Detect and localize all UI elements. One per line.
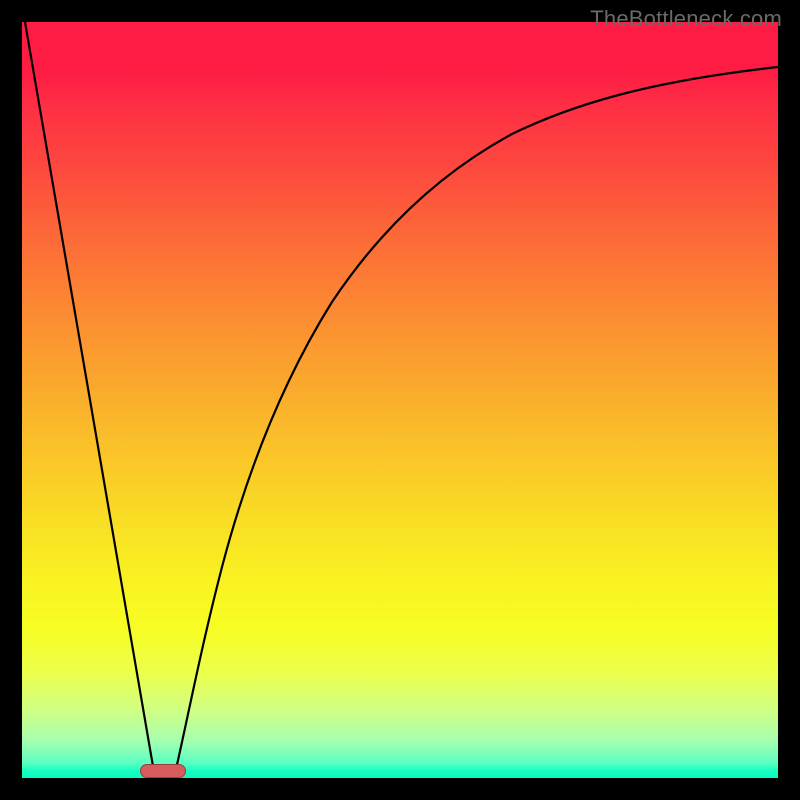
chart-plot-area: [22, 22, 778, 778]
bottleneck-marker-pill: [140, 764, 186, 778]
right-curve: [174, 67, 778, 778]
chart-curves: [22, 22, 778, 778]
left-line: [25, 22, 155, 778]
chart-frame: TheBottleneck.com: [0, 0, 800, 800]
watermark-text: TheBottleneck.com: [590, 6, 782, 32]
